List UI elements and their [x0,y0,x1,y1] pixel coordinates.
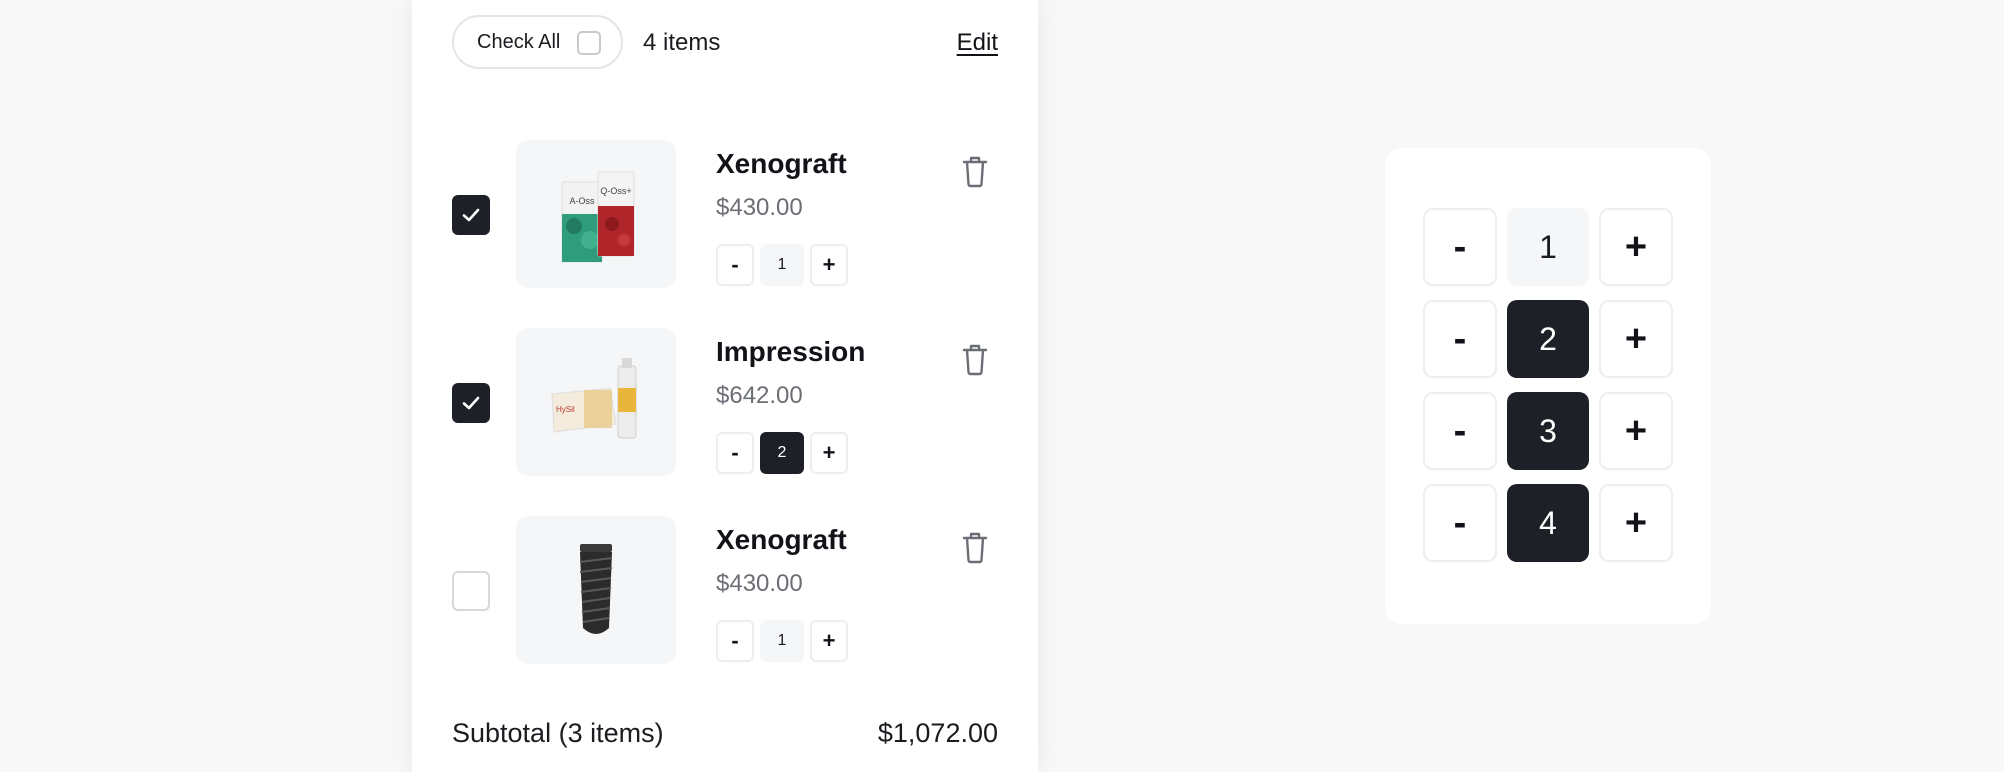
check-all-label: Check All [477,30,561,53]
quantity-value[interactable]: 1 [760,244,804,286]
quantity-value[interactable]: 3 [1507,392,1589,470]
pack-label: A-Oss [569,196,595,206]
product-image: HySil [516,328,676,476]
cart-item: HySil Impression $642.00 - 2 + [412,328,1038,478]
trash-icon[interactable] [960,530,990,569]
item-name: Xenograft [716,524,847,555]
cart-panel: Check All 4 items Edit A-Oss Q-Oss+ Xeno… [412,0,1038,772]
decrement-button[interactable]: - [716,620,754,662]
item-price: $642.00 [716,382,803,409]
increment-button[interactable]: + [1599,208,1673,286]
cart-item: A-Oss Q-Oss+ Xenograft $430.00 - 1 + [412,140,1038,290]
checkmark-icon [462,208,480,222]
product-image: A-Oss Q-Oss+ [516,140,676,288]
demo-stepper-row: - 4 + [1423,484,1673,562]
demo-stepper-row: - 1 + [1423,208,1673,286]
quantity-stepper-demo: - 1 + - 2 + - 3 + - 4 + [1385,148,1711,624]
item-price: $430.00 [716,570,803,597]
decrement-button[interactable]: - [716,432,754,474]
box-label: HySil [556,405,575,414]
increment-button[interactable]: + [810,620,848,662]
quantity-stepper: - 2 + [716,432,848,474]
item-name: Impression [716,336,866,367]
item-price: $430.00 [716,194,803,221]
demo-stepper-row: - 3 + [1423,392,1673,470]
decrement-button[interactable]: - [1423,300,1497,378]
subtotal-label: Subtotal (3 items) [452,718,664,748]
increment-button[interactable]: + [1599,300,1673,378]
quantity-stepper: - 1 + [716,244,848,286]
decrement-button[interactable]: - [1423,208,1497,286]
checkmark-icon [462,396,480,410]
increment-button[interactable]: + [810,244,848,286]
pack-label: Q-Oss+ [600,186,631,196]
quantity-stepper: - 1 + [716,620,848,662]
trash-icon[interactable] [960,154,990,193]
item-checkbox[interactable] [452,195,490,235]
subtotal-value: $1,072.00 [877,718,998,748]
quantity-value[interactable]: 1 [1507,208,1589,286]
edit-link[interactable]: Edit [957,29,998,57]
cart-item: Xenograft $430.00 - 1 + [412,516,1038,666]
demo-stepper-row: - 2 + [1423,300,1673,378]
decrement-button[interactable]: - [716,244,754,286]
increment-button[interactable]: + [1599,392,1673,470]
quantity-value[interactable]: 2 [1507,300,1589,378]
item-count: 4 items [643,29,721,56]
increment-button[interactable]: + [1599,484,1673,562]
increment-button[interactable]: + [810,432,848,474]
quantity-value[interactable]: 1 [760,620,804,662]
item-checkbox[interactable] [452,383,490,423]
check-all-button[interactable]: Check All [452,15,623,69]
quantity-value[interactable]: 4 [1507,484,1589,562]
check-all-checkbox[interactable] [577,31,601,55]
item-checkbox[interactable] [452,571,490,611]
product-image [516,516,676,664]
trash-icon[interactable] [960,342,990,381]
item-name: Xenograft [716,148,847,179]
decrement-button[interactable]: - [1423,392,1497,470]
quantity-value[interactable]: 2 [760,432,804,474]
decrement-button[interactable]: - [1423,484,1497,562]
